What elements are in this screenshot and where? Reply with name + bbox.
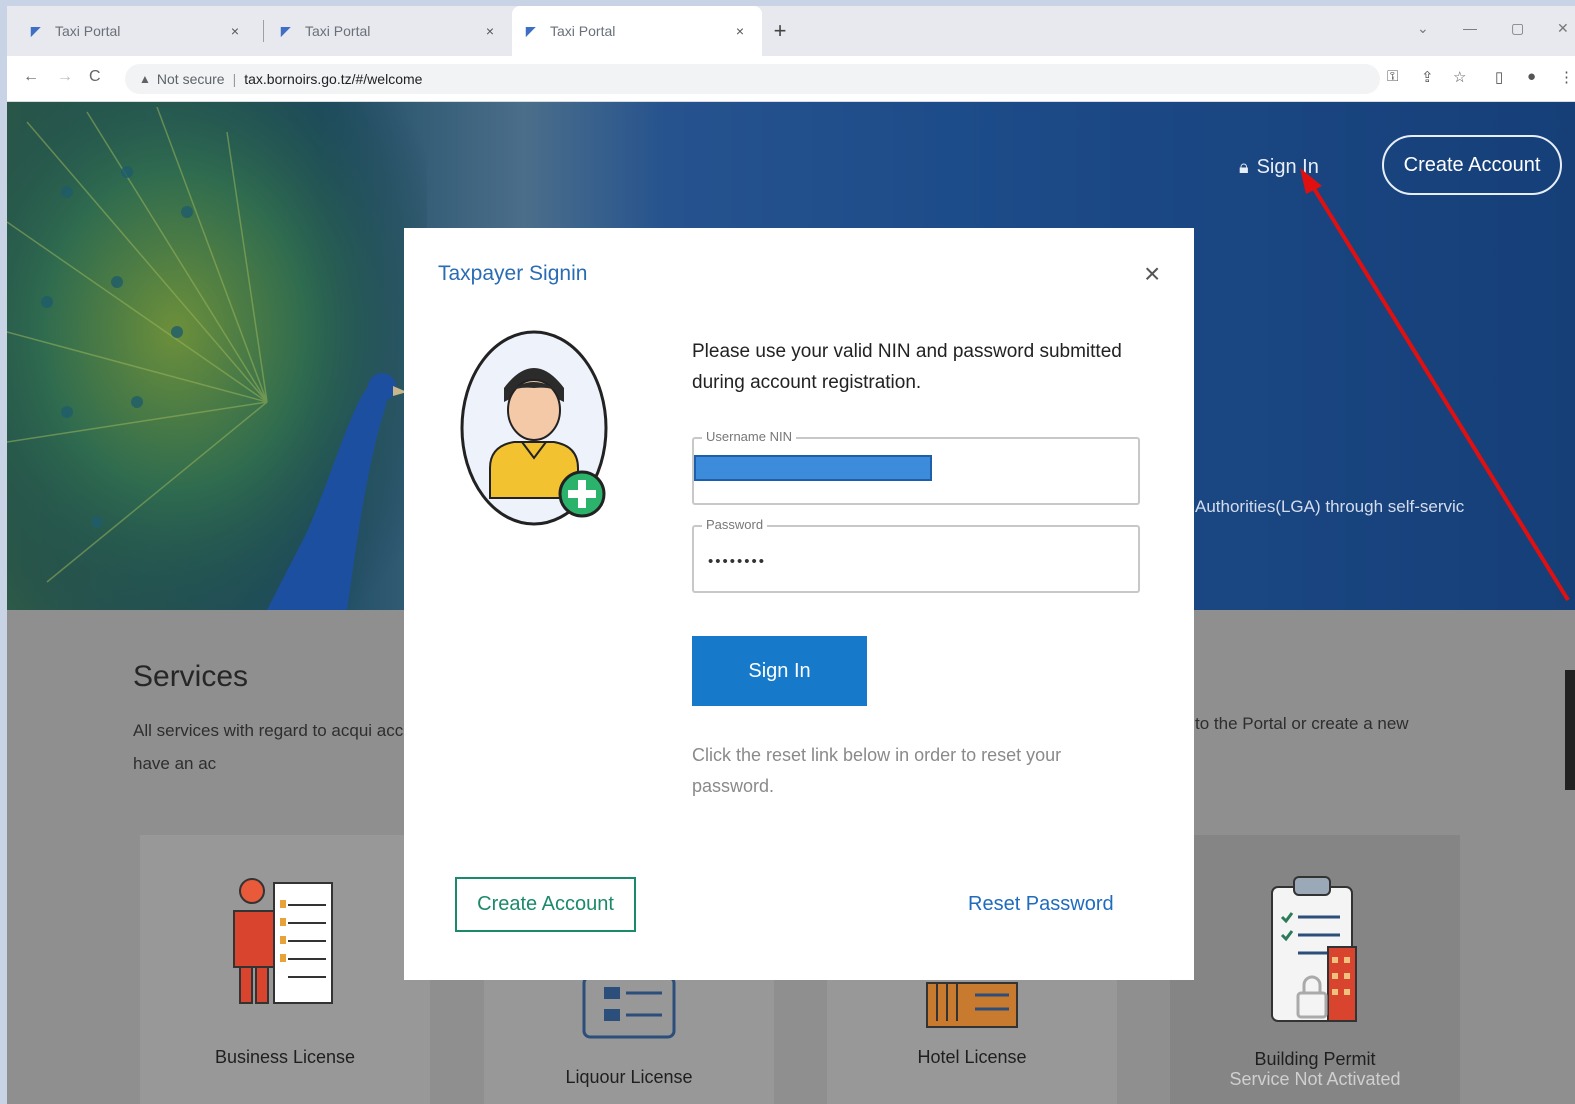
tab-search-icon[interactable]: ⌄ <box>1417 20 1429 37</box>
card-label: Liquour License <box>565 1067 693 1087</box>
browser-tab-active[interactable]: ◤ Taxi Portal × <box>512 6 762 56</box>
create-account-button[interactable]: Create Account <box>455 877 636 932</box>
new-tab-button[interactable]: + <box>767 18 793 44</box>
close-window-icon[interactable]: ✕ <box>1557 20 1569 37</box>
hero-tagline: Authorities(LGA) through self-servic <box>1195 497 1465 516</box>
warning-icon: ▲ <box>139 72 151 86</box>
card-label: Hotel License <box>917 1047 1027 1067</box>
sidebar-icon[interactable]: ▯ <box>1495 68 1503 86</box>
url-separator: | <box>232 71 237 87</box>
password-value: •••••••• <box>708 553 767 570</box>
tab-favicon-icon: ◤ <box>31 24 41 38</box>
back-icon[interactable]: ← <box>23 68 39 86</box>
browser-tab-bar: ◤ Taxi Portal × ◤ Taxi Portal × ◤ Taxi P… <box>7 6 1575 56</box>
browser-tab[interactable]: ◤ Taxi Portal × <box>17 6 257 56</box>
share-icon[interactable]: ⇪ <box>1421 68 1434 86</box>
scrollbar-thumb[interactable] <box>1565 670 1575 790</box>
services-description-right: to the Portal or create a new <box>1195 714 1409 733</box>
modal-title: Taxpayer Signin <box>438 262 588 285</box>
avatar-add-user-icon <box>460 330 608 526</box>
tab-title: Taxi Portal <box>550 23 616 39</box>
password-label: Password <box>702 517 768 532</box>
reset-help-text: Click the reset link below in order to r… <box>692 745 1062 796</box>
url-text: tax.bornoirs.go.tz/#/welcome <box>244 71 423 87</box>
maximize-icon[interactable]: ▢ <box>1511 20 1524 37</box>
card-status: Service Not Activated <box>1229 1069 1401 1089</box>
tab-title: Taxi Portal <box>55 23 121 39</box>
forward-icon[interactable]: → <box>57 68 73 86</box>
browser-address-bar: ← → C ▲ Not secure | tax.bornoirs.go.tz/… <box>7 56 1575 102</box>
service-card-building-permit[interactable]: Building Permit Service Not Activated <box>1170 835 1460 1104</box>
hotel-license-icon <box>926 982 1018 1028</box>
tab-favicon-icon: ◤ <box>526 24 536 38</box>
reload-icon[interactable]: C <box>89 68 101 86</box>
security-label: Not secure <box>156 71 225 87</box>
url-input[interactable]: ▲ Not secure | tax.bornoirs.go.tz/#/welc… <box>125 64 1380 94</box>
username-label: Username NIN <box>702 429 796 444</box>
profile-icon[interactable]: ● <box>1527 68 1536 85</box>
liquour-license-icon <box>582 975 676 1039</box>
card-label: Building Permit <box>1254 1049 1376 1069</box>
minimize-icon[interactable]: — <box>1463 20 1477 36</box>
tab-favicon-icon: ◤ <box>281 24 291 38</box>
redacted-username <box>694 455 932 481</box>
card-label: Business License <box>214 1047 356 1067</box>
close-icon[interactable]: × <box>1144 258 1160 290</box>
star-icon[interactable]: ☆ <box>1453 68 1466 86</box>
browser-tab[interactable]: ◤ Taxi Portal × <box>267 6 512 56</box>
business-license-icon <box>233 878 333 1004</box>
hero-create-account-button[interactable]: Create Account <box>1382 135 1562 195</box>
hero-signin-label: Sign In <box>1256 155 1319 178</box>
key-icon[interactable]: ⚿ <box>1387 68 1398 85</box>
lock-icon: 🔒︎ <box>1239 156 1249 177</box>
menu-icon[interactable]: ⋮ <box>1559 68 1574 86</box>
password-field[interactable]: Password •••••••• <box>692 517 1140 593</box>
services-title: Services <box>133 660 249 693</box>
hero-signin-link[interactable]: 🔒︎ Sign In <box>1239 152 1319 182</box>
tab-close-icon[interactable]: × <box>227 23 243 39</box>
tab-close-icon[interactable]: × <box>482 23 498 39</box>
tab-separator <box>263 20 264 42</box>
reset-password-link[interactable]: Reset Password <box>968 893 1114 916</box>
tab-title: Taxi Portal <box>305 23 371 39</box>
tab-close-icon[interactable]: × <box>732 23 748 39</box>
signin-button[interactable]: Sign In <box>692 636 867 706</box>
service-card-business-license[interactable]: Business License <box>140 835 430 1104</box>
signin-modal: Taxpayer Signin × Please use your valid … <box>404 228 1194 980</box>
modal-instructions: Please use your valid NIN and password s… <box>692 341 1122 393</box>
building-permit-icon <box>1271 876 1357 1022</box>
username-field[interactable]: Username NIN <box>692 429 1140 505</box>
